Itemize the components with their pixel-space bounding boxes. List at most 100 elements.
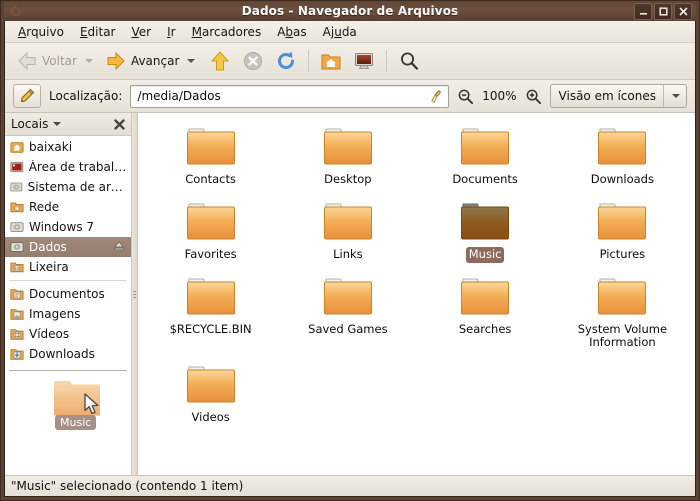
sidebar-item-label: Rede — [29, 200, 60, 214]
file-item-saved-games[interactable]: Saved Games — [279, 271, 416, 352]
file-manager-window: Dados - Navegador de Arquivos AArquivorq… — [0, 0, 700, 501]
close-button[interactable] — [674, 3, 692, 20]
reload-button[interactable] — [270, 47, 302, 75]
menu-abas[interactable]: Abas — [270, 23, 313, 41]
file-item-searches[interactable]: Searches — [417, 271, 554, 352]
zoom-level: 100% — [482, 89, 517, 103]
file-name: Searches — [458, 321, 512, 336]
file-item-recycle-bin[interactable]: $RECYCLE.BIN — [142, 271, 279, 352]
desktop-icon — [10, 161, 24, 173]
folder-icon — [598, 128, 647, 165]
file-item-downloads[interactable]: Downloads — [554, 121, 691, 188]
sidebar-item-label: Área de trabalho — [28, 160, 127, 174]
places-sidebar: Locais baixaki Área de trabalho Sistema … — [5, 113, 132, 475]
home-button[interactable] — [315, 47, 347, 75]
menu-marcadores[interactable]: Marcadores — [185, 23, 269, 41]
file-item-links[interactable]: Links — [279, 196, 416, 263]
back-button[interactable]: Voltar — [11, 47, 82, 75]
minimize-button[interactable] — [634, 3, 652, 20]
search-button[interactable] — [393, 47, 425, 75]
maximize-button[interactable] — [654, 3, 672, 20]
file-item-videos[interactable]: Videos — [142, 359, 279, 426]
file-name: Contacts — [185, 172, 236, 186]
main-body: Locais baixaki Área de trabalho Sistema … — [5, 113, 695, 475]
sidebar-item-label: Documentos — [29, 287, 105, 301]
broom-icon[interactable] — [429, 89, 444, 104]
folder-icon — [323, 203, 372, 240]
file-item-pictures[interactable]: Pictures — [554, 196, 691, 263]
network-icon — [10, 202, 24, 213]
folder-icon — [186, 366, 235, 403]
computer-button[interactable] — [348, 47, 380, 75]
menu-bar: AArquivorquivo Editar Ver Ir Marcadores … — [5, 21, 695, 43]
folder-icon — [186, 278, 235, 315]
sidebar-item-documentos[interactable]: Documentos — [5, 284, 131, 304]
up-button[interactable] — [204, 47, 236, 75]
search-icon — [401, 52, 419, 70]
view-mode-select[interactable]: Visão em ícones — [549, 84, 687, 108]
view-mode-caret[interactable] — [663, 85, 686, 107]
forward-label: Avançar — [130, 54, 180, 68]
sidebar-item-videos[interactable]: Vídeos — [5, 324, 131, 344]
sidebar-header-label: Locais — [11, 117, 49, 131]
sidebar-item-baixaki[interactable]: baixaki — [5, 137, 131, 157]
sidebar-item-label: Vídeos — [29, 327, 70, 341]
menu-ajuda[interactable]: Ajuda — [316, 23, 364, 41]
drive-icon — [10, 242, 24, 252]
title-bar[interactable]: Dados - Navegador de Arquivos — [4, 1, 696, 21]
location-value: /media/Dados — [137, 89, 221, 103]
file-name: $RECYCLE.BIN — [169, 321, 252, 336]
toggle-location-entry-button[interactable] — [13, 84, 41, 108]
sidebar-item-downloads[interactable]: Downloads — [5, 344, 131, 364]
file-item-favorites[interactable]: Favorites — [142, 196, 279, 263]
file-item-system-volume-information[interactable]: System Volume Information — [554, 271, 691, 352]
forward-dropdown-icon[interactable] — [187, 59, 196, 63]
sidebar-item-label: Dados — [29, 240, 67, 254]
file-name: System Volume Information — [577, 321, 668, 350]
forward-button[interactable]: Avançar — [100, 47, 184, 75]
reload-icon — [278, 51, 295, 69]
file-list-view[interactable]: Contacts Desktop Documents Downloads Fav… — [138, 113, 695, 475]
sidebar-item-label: Downloads — [29, 347, 95, 361]
videos-folder-icon — [10, 329, 24, 340]
sidebar-item-imagens[interactable]: Imagens — [5, 304, 131, 324]
drag-ghost-music: Music — [51, 375, 113, 437]
drive-icon — [10, 222, 24, 232]
forward-arrow-icon — [107, 51, 125, 71]
file-item-desktop[interactable]: Desktop — [279, 121, 416, 188]
menu-editar[interactable]: Editar — [73, 23, 123, 41]
chevron-down-icon[interactable] — [53, 122, 62, 126]
drive-icon — [10, 182, 23, 192]
file-item-documents[interactable]: Documents — [417, 121, 554, 188]
zoom-out-button[interactable] — [457, 88, 474, 105]
splitter-grip-icon — [133, 290, 136, 298]
sidebar-item-dados[interactable]: Dados — [5, 237, 131, 257]
location-input[interactable]: /media/Dados — [130, 84, 450, 108]
folder-icon — [186, 203, 235, 240]
stop-button[interactable] — [237, 47, 269, 75]
sidebar-item-lixeira[interactable]: Lixeira — [5, 257, 131, 277]
window-menu-icon[interactable] — [11, 7, 20, 16]
file-item-music[interactable]: Music — [417, 196, 554, 263]
status-bar: "Music" selecionado (contendo 1 item) — [5, 475, 695, 496]
toolbar-separator — [308, 50, 310, 72]
menu-ir[interactable]: Ir — [160, 23, 182, 41]
file-item-contacts[interactable]: Contacts — [142, 121, 279, 188]
zoom-in-button[interactable] — [525, 88, 542, 105]
eject-icon[interactable] — [113, 240, 127, 255]
file-name: Music — [465, 246, 505, 263]
sidebar-item-sistema-de-arquivos[interactable]: Sistema de arqu... — [5, 177, 131, 197]
home-folder-icon — [321, 54, 341, 70]
file-name: Pictures — [599, 246, 646, 261]
sidebar-item-area-de-trabalho[interactable]: Área de trabalho — [5, 157, 131, 177]
back-dropdown-icon[interactable] — [84, 59, 93, 63]
file-name: Favorites — [184, 246, 237, 261]
menu-arquivo[interactable]: AArquivorquivo — [11, 23, 71, 41]
sidebar-item-rede[interactable]: Rede — [5, 197, 131, 217]
sidebar-item-windows-7[interactable]: Windows 7 — [5, 217, 131, 237]
sidebar-separator — [9, 280, 127, 281]
sidebar-mode-select[interactable]: Locais — [11, 117, 62, 131]
sidebar-close-icon[interactable] — [114, 118, 125, 130]
menu-ver[interactable]: Ver — [125, 23, 159, 41]
folder-icon — [461, 278, 510, 315]
